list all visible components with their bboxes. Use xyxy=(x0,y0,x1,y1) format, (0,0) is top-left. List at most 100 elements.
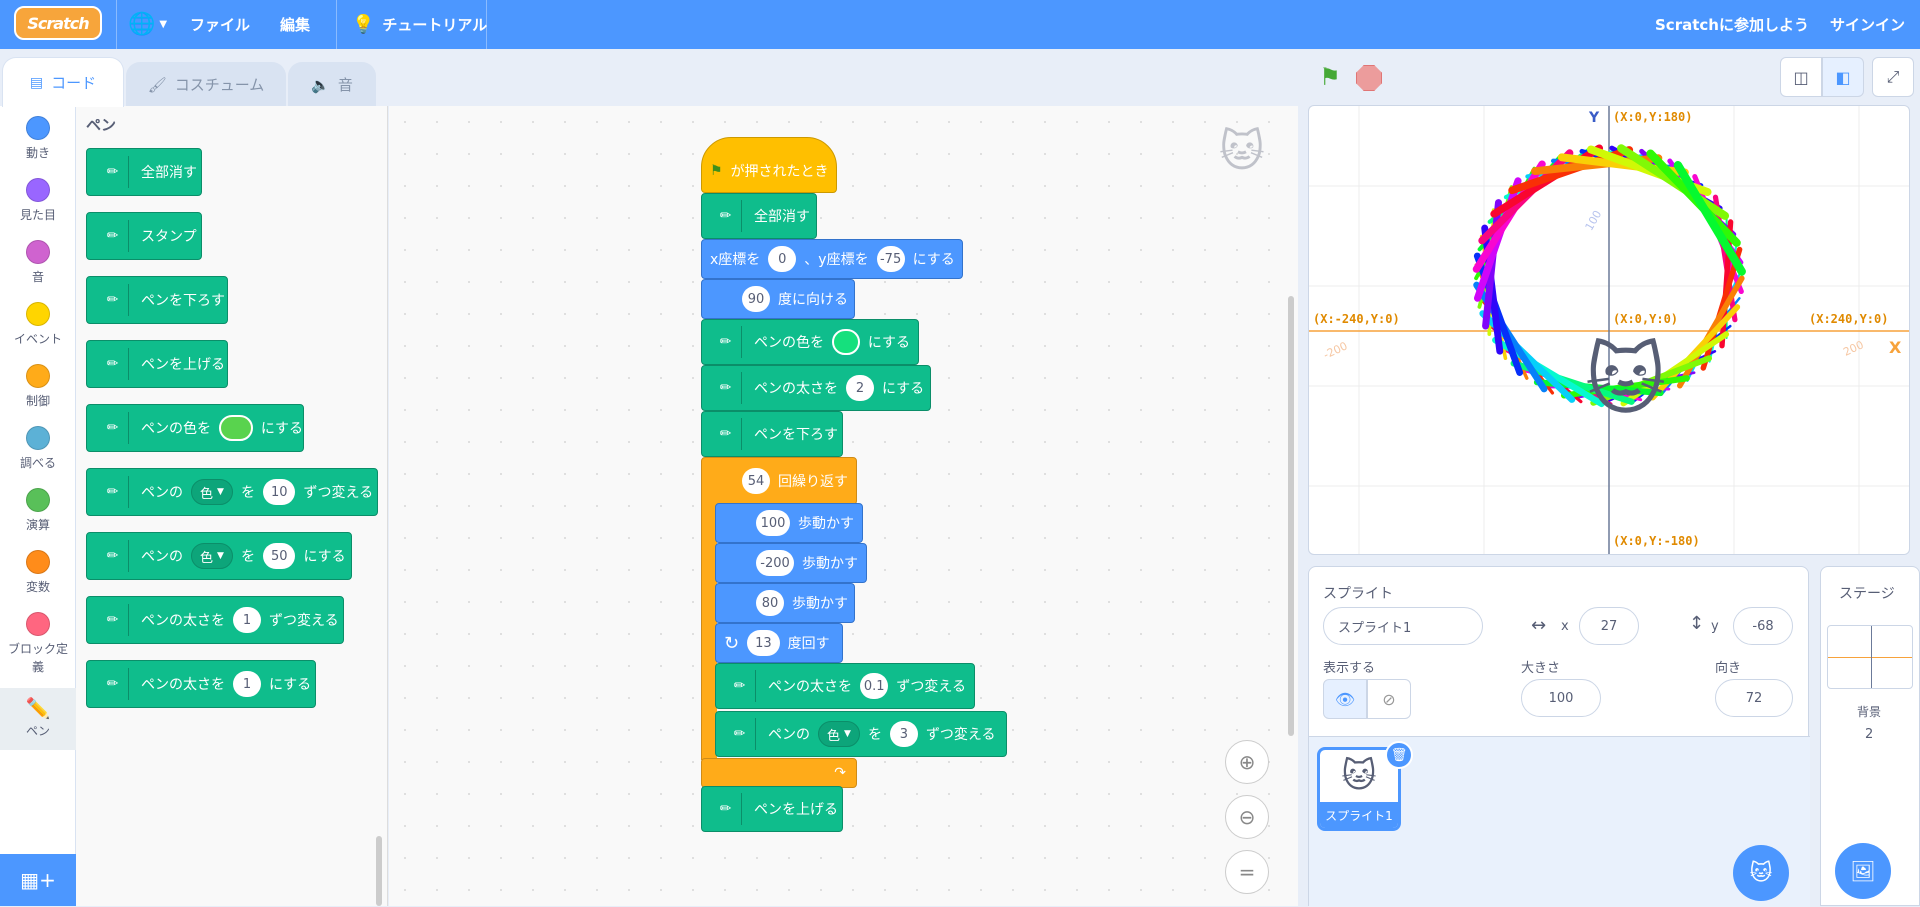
value-input[interactable]: 50 xyxy=(262,543,296,569)
repeat-count-input[interactable]: 54 xyxy=(742,468,770,494)
x-position-input[interactable]: 27 xyxy=(1579,607,1639,645)
add-extension-button[interactable]: ▦+ xyxy=(0,854,76,906)
steps-input[interactable]: 100 xyxy=(756,510,790,536)
when-flag-clicked-block[interactable]: ⚑ が押されたとき xyxy=(701,137,837,193)
size-input[interactable]: 2 xyxy=(846,375,874,401)
file-menu[interactable]: ファイル xyxy=(190,0,250,49)
block-label: にする xyxy=(912,252,955,268)
signin-link[interactable]: サインイン xyxy=(1830,0,1905,49)
direction-input[interactable]: 72 xyxy=(1715,679,1793,717)
value-input[interactable]: 1 xyxy=(233,671,261,697)
palette-block-set-size[interactable]: ✏ ペンの太さを 1 にする xyxy=(86,660,316,708)
palette-block-pen-down[interactable]: ✏ ペンを下ろす xyxy=(86,276,228,324)
block-label: を xyxy=(240,485,255,501)
value-input[interactable]: 1 xyxy=(233,607,261,633)
show-sprite-button[interactable]: 👁 xyxy=(1323,679,1367,719)
speaker-icon: 🔈 xyxy=(311,75,330,94)
block-label: が押されたとき xyxy=(730,164,829,180)
block-label: ずつ変える xyxy=(896,679,966,695)
set-pen-size-block[interactable]: ✏ ペンの太さを 2 にする xyxy=(701,365,931,411)
category-events[interactable]: イベント xyxy=(0,294,76,356)
workspace-scrollbar[interactable] xyxy=(1288,296,1294,736)
point-in-direction-block[interactable]: 90 度に向ける xyxy=(701,279,855,319)
move-steps-block[interactable]: 80 歩動かす xyxy=(715,583,855,623)
sprite-name-input[interactable]: スプライト1 xyxy=(1323,607,1483,645)
param-dropdown[interactable]: 色 ▼ xyxy=(818,721,860,747)
color-swatch[interactable] xyxy=(219,415,253,441)
palette-block-pen-up[interactable]: ✏ ペンを上げる xyxy=(86,340,228,388)
degrees-input[interactable]: 13 xyxy=(747,630,780,656)
palette-scrollbar[interactable] xyxy=(376,836,382,906)
category-motion[interactable]: 動き xyxy=(0,108,76,170)
hide-sprite-button[interactable]: ⊘ xyxy=(1367,679,1411,719)
delete-sprite-button[interactable]: 🗑 xyxy=(1385,741,1413,769)
palette-block-stamp[interactable]: ✏ スタンプ xyxy=(86,212,202,260)
value-input[interactable]: 10 xyxy=(262,479,296,505)
palette-block-change-param[interactable]: ✏ ペンの色 ▼ を 10 ずつ変える xyxy=(86,468,378,516)
turn-right-block[interactable]: ↻ 13 度回す xyxy=(715,623,843,663)
y-position-input[interactable]: -68 xyxy=(1733,607,1793,645)
chevron-down-icon: ▼ xyxy=(217,487,224,497)
category-looks[interactable]: 見た目 xyxy=(0,170,76,232)
tab-code[interactable]: ▤ コード xyxy=(2,57,124,107)
sprite-list: 🐱 スプライト1 🗑 🐱 xyxy=(1309,737,1810,907)
tutorial-button[interactable]: 💡 チュートリアル xyxy=(352,0,487,49)
language-menu[interactable]: 🌐 ▼ xyxy=(128,0,167,49)
stage-selector[interactable]: ステージ 背景 2 🖼 xyxy=(1820,566,1920,906)
looks-dot xyxy=(26,178,50,202)
move-steps-block[interactable]: -200 歩動かす xyxy=(715,543,867,583)
zoom-out-button[interactable]: ⊖ xyxy=(1225,795,1269,839)
edit-menu[interactable]: 編集 xyxy=(280,0,310,49)
set-pen-color-block[interactable]: ✏ ペンの色を にする xyxy=(701,319,919,365)
repeat-block[interactable]: 54 回繰り返す xyxy=(701,457,857,505)
green-flag-button[interactable]: ⚑ xyxy=(1314,61,1346,93)
brush-icon: 🖌 xyxy=(147,75,167,94)
large-stage-button[interactable]: ◧ xyxy=(1822,57,1864,97)
stop-button[interactable] xyxy=(1356,65,1382,91)
pen-up-block[interactable]: ✏ ペンを上げる xyxy=(701,786,843,832)
param-change-input[interactable]: 3 xyxy=(889,721,918,747)
stage-thumbnail[interactable] xyxy=(1827,625,1913,689)
category-operators[interactable]: 演算 xyxy=(0,480,76,542)
category-myblocks[interactable]: ブロック定義 xyxy=(0,604,76,676)
small-stage-button[interactable]: ◫ xyxy=(1780,57,1822,97)
palette-block-clear[interactable]: ✏ 全部消す xyxy=(86,148,202,196)
category-pen[interactable]: ✏️ ペン xyxy=(0,688,76,750)
join-scratch-link[interactable]: Scratchに参加しよう xyxy=(1655,0,1809,49)
y-input[interactable]: -75 xyxy=(876,246,905,272)
steps-input[interactable]: -200 xyxy=(756,550,794,576)
stage-canvas[interactable]: Y X (X:0,Y:180) (X:0,Y:-180) (X:-240,Y:0… xyxy=(1308,105,1910,555)
palette-block-set-param[interactable]: ✏ ペンの色 ▼ を 50 にする xyxy=(86,532,352,580)
category-variables[interactable]: 変数 xyxy=(0,542,76,604)
block-label: x座標を xyxy=(710,252,761,268)
pen-icon: ✏ xyxy=(97,604,129,636)
color-swatch[interactable] xyxy=(832,329,860,355)
steps-input[interactable]: 80 xyxy=(756,590,784,616)
direction-input[interactable]: 90 xyxy=(742,286,770,312)
size-input[interactable]: 100 xyxy=(1521,679,1601,717)
change-pen-size-block[interactable]: ✏ ペンの太さを 0.1 ずつ変える xyxy=(715,663,975,709)
goto-xy-block[interactable]: x座標を 0 、y座標を -75 にする xyxy=(701,239,963,279)
change-pen-param-block[interactable]: ✏ ペンの色 ▼ を 3 ずつ変える xyxy=(715,711,1007,757)
x-input[interactable]: 0 xyxy=(768,246,797,272)
tab-sounds[interactable]: 🔈 音 xyxy=(288,62,376,106)
fullscreen-button[interactable]: ⤢ xyxy=(1872,57,1914,97)
category-control[interactable]: 制御 xyxy=(0,356,76,418)
size-change-input[interactable]: 0.1 xyxy=(860,673,889,699)
category-label: 演算 xyxy=(25,518,50,532)
param-dropdown[interactable]: 色 ▼ xyxy=(191,479,233,505)
move-steps-block[interactable]: 100 歩動かす xyxy=(715,503,863,543)
palette-block-change-size[interactable]: ✏ ペンの太さを 1 ずつ変える xyxy=(86,596,344,644)
param-dropdown[interactable]: 色 ▼ xyxy=(191,543,233,569)
choose-backdrop-button[interactable]: 🖼 xyxy=(1835,843,1891,899)
tab-costumes[interactable]: 🖌 コスチューム xyxy=(126,62,286,106)
scratch-logo[interactable]: Scratch xyxy=(14,6,102,40)
category-sensing[interactable]: 調べる xyxy=(0,418,76,480)
zoom-reset-button[interactable]: = xyxy=(1225,850,1269,894)
pen-down-block[interactable]: ✏ ペンを下ろす xyxy=(701,411,843,457)
zoom-in-button[interactable]: ⊕ xyxy=(1225,740,1269,784)
choose-sprite-button[interactable]: 🐱 xyxy=(1733,845,1789,901)
palette-block-set-color[interactable]: ✏ ペンの色を にする xyxy=(86,404,304,452)
category-sound[interactable]: 音 xyxy=(0,232,76,294)
clear-block[interactable]: ✏ 全部消す xyxy=(701,193,817,239)
